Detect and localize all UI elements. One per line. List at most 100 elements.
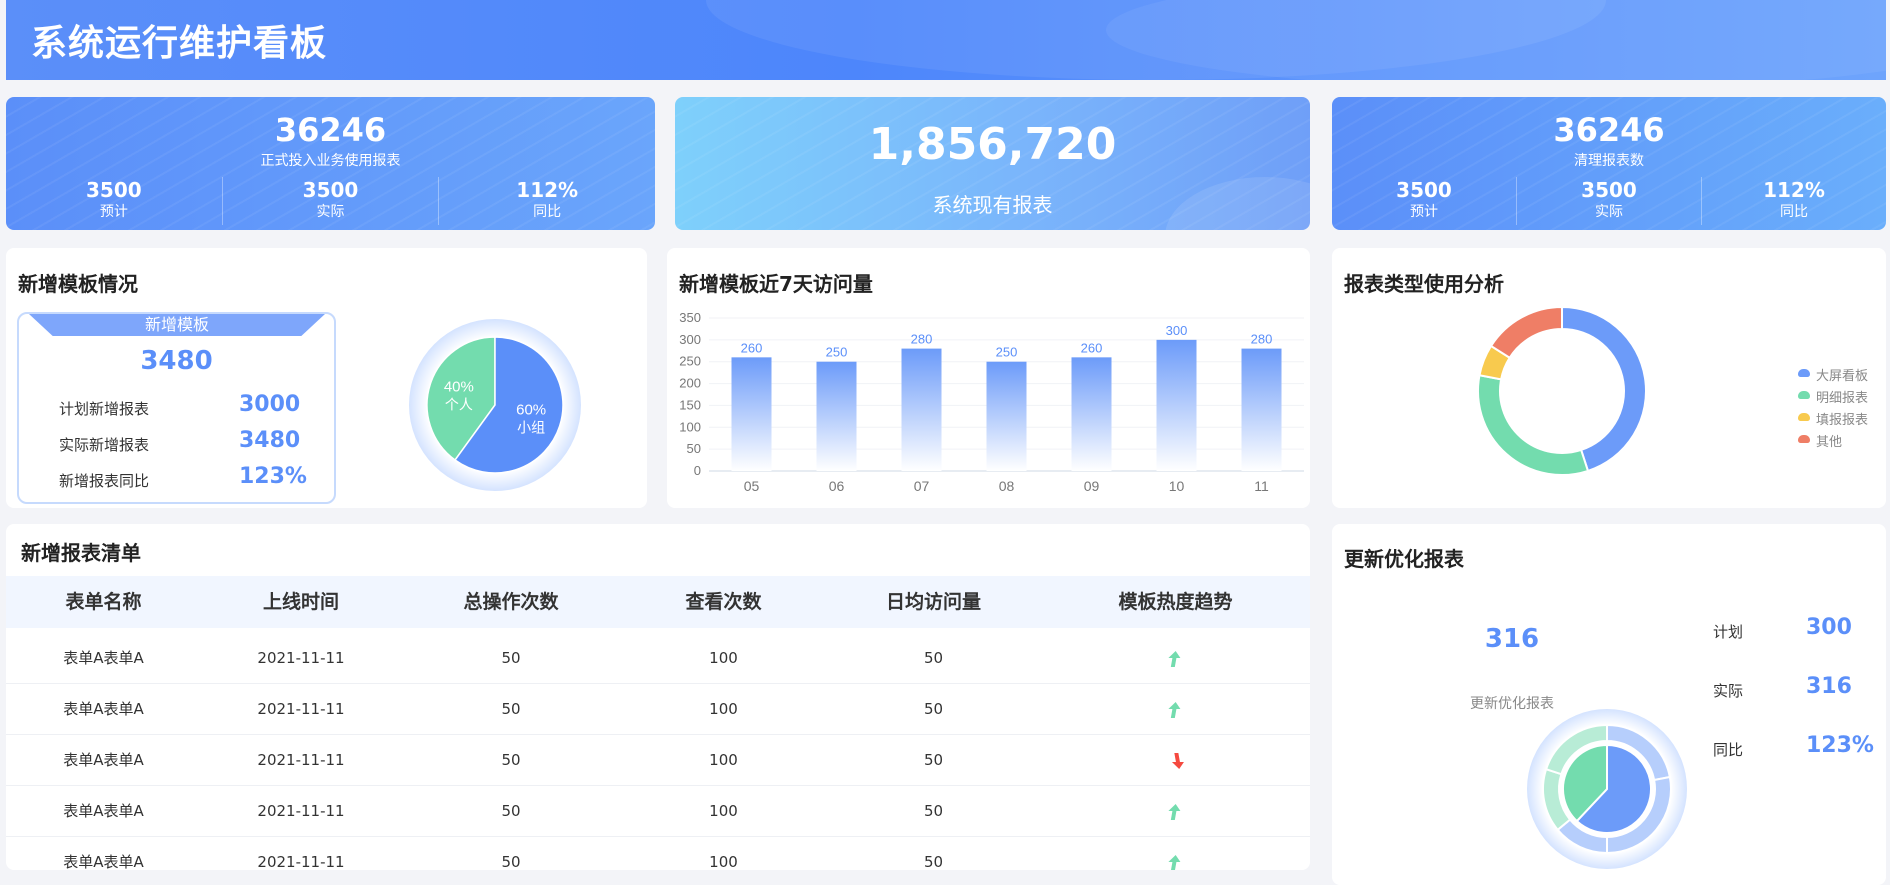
table-row[interactable]: 表单A表单A 2021-11-11 50 100 50: [6, 735, 1310, 786]
bar-09[interactable]: [1071, 357, 1112, 471]
summary-total: 3480: [140, 346, 213, 376]
legend-swatch-icon: [1798, 391, 1810, 399]
table-cell-name: 表单A表单A: [63, 802, 144, 820]
bar-value-label: 300: [1166, 323, 1188, 338]
owner-pie-chart: 40% 个人 60% 小组: [409, 319, 581, 491]
summary-row-label: 实际新增报表: [59, 436, 150, 454]
column-header[interactable]: 表单名称: [6, 576, 201, 628]
bar-10[interactable]: [1156, 339, 1197, 471]
bar-06[interactable]: [816, 361, 857, 471]
opt-stat-value: 300: [1806, 615, 1852, 640]
pie-category-label: 个人: [445, 397, 473, 413]
summary-row-label: 新增报表同比: [59, 472, 150, 490]
table-cell-date: 2021-11-11: [257, 802, 345, 820]
table-cell-name: 表单A表单A: [63, 751, 144, 769]
legend-item[interactable]: 其他: [1798, 431, 1886, 450]
kpi-label: 系统现有报表: [932, 193, 1053, 217]
kpi-sub-label: 预计: [1410, 204, 1438, 220]
table-cell-ops: 50: [501, 853, 521, 870]
table-cell-daily: 50: [923, 649, 944, 667]
table-row[interactable]: 表单A表单A 2021-11-11 50 100 50: [6, 837, 1310, 870]
pie-category-label: 小组: [517, 421, 545, 437]
table-cell-daily: 50: [923, 700, 944, 718]
kpi-sub-value: 112%: [516, 178, 579, 202]
donut-slice-3[interactable]: [1489, 305, 1563, 360]
kpi-sub-label: 同比: [1780, 204, 1808, 220]
header-wave-decoration: [1106, 0, 1886, 80]
donut-slice-1[interactable]: [1477, 374, 1590, 476]
kpi-value: 36246: [274, 111, 387, 149]
card-title: 新增模板近7天访问量: [679, 272, 873, 296]
kpi-card-cleaned-reports: 36246 清理报表数 3500 预计 3500 实际 112% 同比: [1332, 97, 1886, 230]
legend-swatch-icon: [1798, 413, 1810, 421]
bar-07[interactable]: [901, 348, 942, 471]
table-cell-daily: 50: [923, 751, 944, 769]
report-type-card: 报表类型使用分析 大屏看板 明细报表 填报报表 其他: [1332, 248, 1886, 508]
opt-stat-label: 计划: [1713, 623, 1744, 641]
table-cell-views: 100: [709, 802, 738, 820]
report-type-donut-chart: [1477, 305, 1647, 476]
bar-11[interactable]: [1241, 348, 1282, 471]
kpi-sub-label: 同比: [533, 204, 562, 220]
new-report-list-card: 新增报表清单 表单名称 上线时间 总操作次数 查看次数 日均访问量 模板热度趋势…: [6, 524, 1310, 870]
dashboard-header: 系统运行维护看板: [6, 0, 1886, 80]
kpi-sub-forecast: 3500 预计: [6, 177, 222, 225]
kpi-label: 正式投入业务使用报表: [260, 153, 401, 169]
table-cell-views: 100: [709, 751, 738, 769]
optimized-nested-pie-chart: [1527, 709, 1687, 869]
summary-row-value: 3000: [239, 392, 301, 417]
opt-stat-actual: 实际 316: [1713, 672, 1883, 712]
y-tick-label: 150: [679, 397, 701, 412]
table-cell-date: 2021-11-11: [257, 700, 345, 718]
bar-value-label: 250: [826, 345, 848, 360]
legend-swatch-icon: [1798, 435, 1810, 443]
bar-value-label: 250: [996, 345, 1018, 360]
table-cell-trend: [1041, 837, 1310, 870]
legend-item[interactable]: 大屏看板: [1798, 365, 1886, 384]
kpi-sub-label: 实际: [316, 204, 345, 220]
y-tick-label: 200: [679, 376, 701, 391]
opt-stat-yoy: 同比 123%: [1713, 731, 1883, 771]
visits-7day-card: 新增模板近7天访问量 0 50 100 150 200 250 300 350 260 05 250…: [667, 248, 1310, 508]
kpi-sub-value: 3500: [1396, 178, 1452, 202]
bar-value-label: 280: [1251, 332, 1273, 347]
legend-label: 明细报表: [1816, 391, 1869, 406]
opt-stat-label: 同比: [1713, 741, 1744, 759]
table-cell-trend: [1041, 786, 1310, 836]
bar-value-label: 260: [741, 340, 763, 355]
bar-08[interactable]: [986, 361, 1027, 471]
legend-item[interactable]: 填报报表: [1798, 409, 1886, 428]
table-cell-views: 100: [709, 853, 738, 870]
summary-tab-label: 新增模板: [29, 314, 325, 336]
kpi-label: 清理报表数: [1574, 153, 1644, 169]
table-row[interactable]: 表单A表单A 2021-11-11 50 100 50: [6, 684, 1310, 735]
x-tick-label: 09: [1084, 478, 1100, 494]
column-header[interactable]: 查看次数: [621, 576, 826, 628]
y-tick-label: 300: [679, 332, 701, 347]
table-cell-trend: [1041, 735, 1310, 785]
bar-05[interactable]: [731, 357, 772, 471]
column-header[interactable]: 总操作次数: [401, 576, 621, 628]
column-header[interactable]: 日均访问量: [826, 576, 1041, 628]
column-header[interactable]: 模板热度趋势: [1041, 576, 1310, 628]
x-tick-label: 06: [829, 478, 845, 494]
x-tick-label: 05: [744, 478, 760, 494]
x-tick-label: 11: [1254, 478, 1269, 494]
table-row[interactable]: 表单A表单A 2021-11-11 50 100 50: [6, 786, 1310, 837]
y-tick-label: 250: [679, 354, 701, 369]
opt-stat-value: 316: [1806, 674, 1852, 699]
legend-item[interactable]: 明细报表: [1798, 387, 1886, 406]
column-header[interactable]: 上线时间: [201, 576, 401, 628]
donut-slice-0[interactable]: [1561, 305, 1647, 473]
legend-label: 其他: [1816, 435, 1843, 450]
x-tick-label: 07: [914, 478, 930, 494]
x-tick-label: 08: [999, 478, 1015, 494]
table-cell-ops: 50: [501, 802, 521, 820]
table-cell-trend: [1041, 684, 1310, 734]
y-tick-label: 0: [694, 463, 701, 478]
table-cell-date: 2021-11-11: [257, 649, 345, 667]
opt-center-value: 316: [1484, 624, 1540, 654]
table-row[interactable]: 表单A表单A 2021-11-11 50 100 50: [6, 633, 1310, 684]
table-header: 表单名称 上线时间 总操作次数 查看次数 日均访问量 模板热度趋势: [6, 576, 1310, 628]
summary-row-value: 3480: [239, 428, 301, 453]
